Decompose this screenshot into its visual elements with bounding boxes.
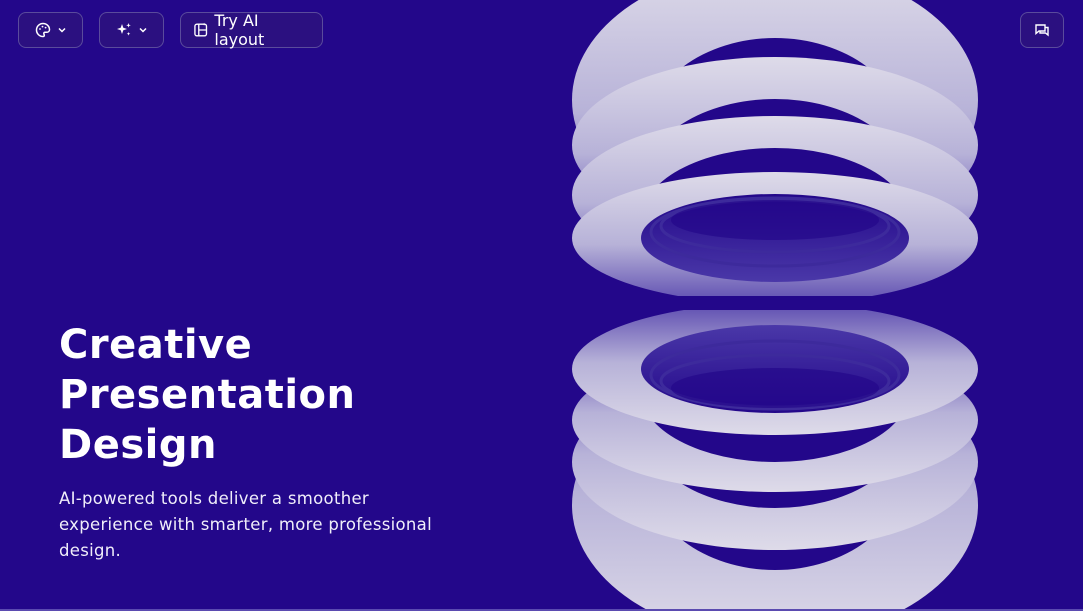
sparkles-icon xyxy=(116,23,131,36)
slide-title: Creative Presentation Design xyxy=(59,320,479,470)
slide-canvas: Try AI layout Creative Presentation Desi… xyxy=(0,0,1083,611)
slide-title-line: Creative xyxy=(59,322,253,368)
chevron-down-icon xyxy=(57,27,66,33)
comments-button[interactable] xyxy=(1020,12,1064,48)
slide-title-line: Presentation xyxy=(59,372,356,418)
slide-subtitle: AI-powered tools deliver a smoother expe… xyxy=(59,489,432,560)
palette-icon xyxy=(35,22,50,38)
comment-icon xyxy=(1035,24,1049,37)
try-ai-layout-label: Try AI layout xyxy=(214,11,265,49)
lower-ring-stack xyxy=(572,303,978,611)
theme-dropdown-button[interactable] xyxy=(18,12,83,48)
ai-assist-dropdown-button[interactable] xyxy=(99,12,164,48)
chevron-down-icon xyxy=(138,27,147,33)
try-ai-layout-button[interactable]: Try AI layout xyxy=(180,11,323,49)
slide-title-line: Design xyxy=(59,422,217,468)
layout-icon xyxy=(194,22,208,37)
upper-ring-stack xyxy=(572,0,978,304)
